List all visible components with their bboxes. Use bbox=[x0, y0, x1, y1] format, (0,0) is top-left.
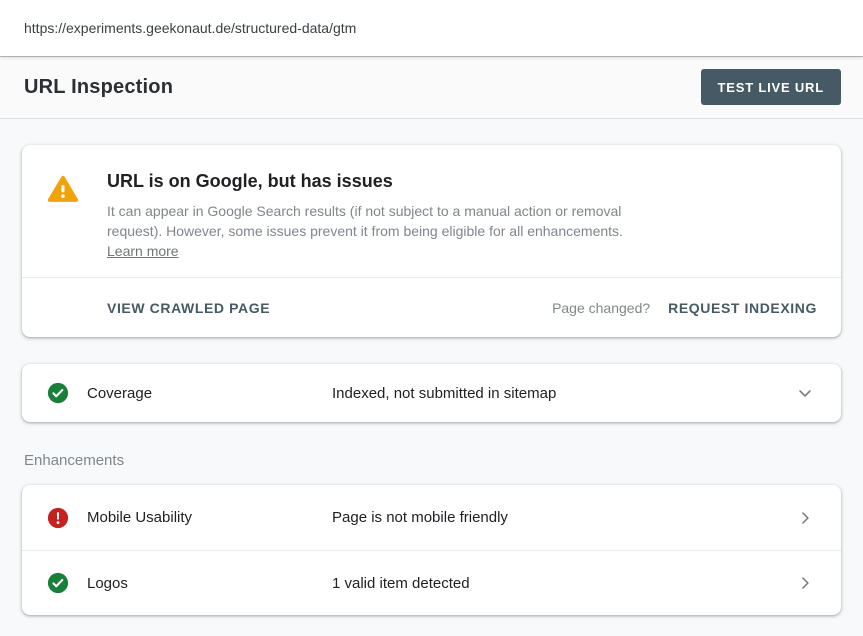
chevron-right-icon[interactable] bbox=[795, 573, 815, 593]
check-circle-icon bbox=[47, 572, 69, 594]
enhancement-row-mobile-usability[interactable]: Mobile Usability Page is not mobile frie… bbox=[22, 485, 841, 550]
check-circle-icon bbox=[47, 382, 69, 404]
enhancement-label: Mobile Usability bbox=[87, 509, 332, 526]
coverage-label: Coverage bbox=[87, 385, 332, 402]
view-crawled-page-link[interactable]: VIEW CRAWLED PAGE bbox=[107, 300, 270, 316]
learn-more-link[interactable]: Learn more bbox=[107, 241, 179, 261]
chevron-right-icon[interactable] bbox=[795, 508, 815, 528]
status-text-block: URL is on Google, but has issues It can … bbox=[107, 169, 672, 261]
url-bar[interactable]: https://experiments.geekonaut.de/structu… bbox=[0, 0, 863, 56]
enhancement-value: Page is not mobile friendly bbox=[332, 509, 795, 526]
status-card-actions: VIEW CRAWLED PAGE Page changed? REQUEST … bbox=[22, 277, 841, 337]
enhancements-card: Mobile Usability Page is not mobile frie… bbox=[22, 485, 841, 615]
enhancement-value: 1 valid item detected bbox=[332, 575, 795, 592]
enhancement-row-logos[interactable]: Logos 1 valid item detected bbox=[22, 550, 841, 615]
main-content: URL is on Google, but has issues It can … bbox=[0, 119, 863, 615]
warning-triangle-icon bbox=[45, 172, 81, 206]
coverage-card[interactable]: Coverage Indexed, not submitted in sitem… bbox=[22, 364, 841, 422]
status-card: URL is on Google, but has issues It can … bbox=[22, 145, 841, 337]
coverage-value: Indexed, not submitted in sitemap bbox=[332, 385, 795, 402]
test-live-url-button[interactable]: TEST LIVE URL bbox=[701, 69, 841, 105]
page-changed-label: Page changed? bbox=[552, 300, 650, 316]
inspected-url: https://experiments.geekonaut.de/structu… bbox=[24, 20, 356, 36]
page-title: URL Inspection bbox=[24, 76, 173, 99]
status-description: It can appear in Google Search results (… bbox=[107, 201, 672, 241]
page-header: URL Inspection TEST LIVE URL bbox=[0, 56, 863, 119]
status-title: URL is on Google, but has issues bbox=[107, 169, 672, 193]
enhancements-section-label: Enhancements bbox=[24, 448, 841, 469]
status-card-main: URL is on Google, but has issues It can … bbox=[22, 145, 841, 277]
chevron-down-icon[interactable] bbox=[795, 383, 815, 403]
enhancement-label: Logos bbox=[87, 575, 332, 592]
error-circle-icon bbox=[47, 507, 69, 529]
request-indexing-link[interactable]: REQUEST INDEXING bbox=[668, 300, 817, 316]
indexing-actions: Page changed? REQUEST INDEXING bbox=[552, 300, 817, 316]
coverage-row[interactable]: Coverage Indexed, not submitted in sitem… bbox=[22, 364, 841, 422]
